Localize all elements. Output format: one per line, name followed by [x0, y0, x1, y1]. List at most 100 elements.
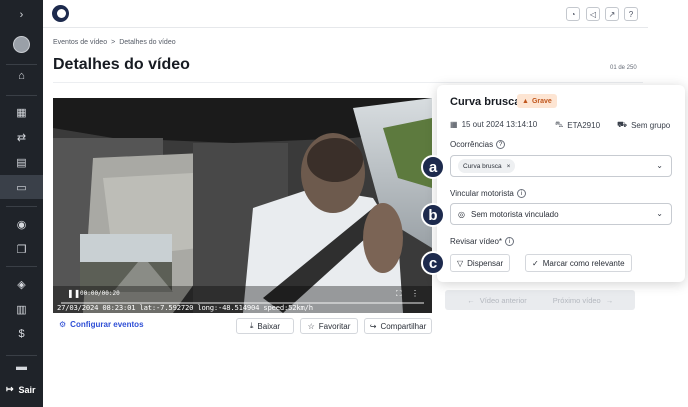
- sidebar-item-locations[interactable]: ◉: [0, 212, 43, 236]
- help-button[interactable]: ?: [624, 7, 638, 21]
- help-icon: ?: [628, 9, 634, 19]
- sidebar-item-print[interactable]: ▬: [0, 360, 43, 374]
- help-circle-icon[interactable]: ?: [496, 140, 506, 149]
- sidebar: › ⌂ ▦ ⇄ ▤ ▭ ◉ ❐ ◈ ▥ $ ▬ ↦ Sair: [0, 0, 43, 407]
- severity-badge: ▲ Grave: [517, 94, 557, 108]
- play-button[interactable]: ❚❚: [67, 289, 80, 298]
- announcements-button[interactable]: ◁: [586, 7, 600, 21]
- download-button[interactable]: ⤓ Baixar: [236, 318, 294, 334]
- download-label: Baixar: [257, 321, 281, 331]
- callout-marker-b: b: [421, 203, 445, 227]
- review-label: Revisar vídeo* i: [450, 237, 515, 246]
- calendar-icon: ▦: [450, 120, 458, 129]
- sidebar-item-reports[interactable]: ▤: [0, 150, 43, 174]
- occurrence-vehicle-text: ETA2910: [567, 120, 601, 130]
- notifications-button[interactable]: ◔: [566, 7, 580, 21]
- bar-chart-icon: ▥: [16, 303, 27, 316]
- severity-label: Grave: [531, 97, 552, 105]
- driver-label: Vincular motorista i: [450, 189, 526, 198]
- breadcrumb-current: Detalhes do vídeo: [119, 39, 176, 46]
- occurrence-chip-label: Curva brusca: [463, 162, 502, 170]
- dismiss-label: Dispensar: [467, 258, 504, 268]
- sidebar-item-video[interactable]: ▭: [0, 175, 43, 199]
- sidebar-item-copy[interactable]: ❐: [0, 237, 43, 261]
- info-icon[interactable]: i: [516, 189, 526, 198]
- breadcrumb-separator: >: [111, 39, 116, 46]
- callout-marker-c: c: [421, 251, 445, 275]
- video-telemetry-overlay: 27/03/2024 08:23:01 lat:-7.592720 long:-…: [57, 303, 313, 312]
- occurrence-panel: Curva brusca ▲ Grave ▦ 15 out 2024 13:14…: [437, 85, 685, 282]
- fullscreen-button[interactable]: ⛶: [396, 289, 402, 299]
- configure-events-link[interactable]: ⚙ Configurar eventos: [59, 320, 144, 329]
- sidebar-divider: [6, 95, 37, 96]
- warning-icon: ▲: [522, 97, 529, 105]
- exit-label: Sair: [18, 384, 36, 395]
- dollar-icon: $: [18, 328, 25, 340]
- sidebar-item-map[interactable]: ▦: [0, 100, 43, 124]
- sidebar-divider: [6, 266, 37, 267]
- dismiss-button[interactable]: ▽ Dispensar: [450, 254, 511, 272]
- configure-events-label: Configurar eventos: [70, 320, 144, 329]
- download-icon: ⤓: [249, 321, 254, 330]
- fullscreen-icon: ⛶: [396, 289, 402, 298]
- arrow-left-icon: ←: [467, 295, 475, 305]
- home-icon: ⌂: [18, 70, 25, 82]
- exit-button[interactable]: ↦ Sair: [6, 384, 36, 395]
- user-icon: ◎: [458, 209, 465, 219]
- driver-select[interactable]: ◎ Sem motorista vinculado ⌄: [450, 203, 672, 225]
- chevron-right-icon: ›: [19, 9, 24, 21]
- sidebar-item-finance[interactable]: $: [0, 322, 43, 346]
- next-video-button[interactable]: Próximo vídeo →: [531, 290, 635, 310]
- printer-icon: ▬: [16, 361, 27, 373]
- shield-icon: ◈: [17, 278, 26, 291]
- share-label: Compartilhar: [380, 321, 427, 331]
- title-divider: [53, 82, 643, 83]
- sliders-icon: ⚙: [59, 320, 67, 329]
- bell-icon: ◔: [570, 9, 576, 19]
- map-icon: ▦: [16, 106, 27, 119]
- favorite-label: Favoritar: [318, 321, 351, 331]
- share-button[interactable]: ↪ Compartilhar: [364, 318, 432, 334]
- share-icon: ↪: [369, 321, 377, 331]
- truck-icon: ⛟: [617, 120, 628, 129]
- occurrence-group-text: Sem grupo: [631, 120, 671, 130]
- brand-logo[interactable]: [52, 5, 69, 22]
- info-icon[interactable]: i: [505, 237, 515, 246]
- video-more-button[interactable]: ⋮: [411, 289, 419, 298]
- copy-icon: ❐: [16, 243, 27, 256]
- mark-relevant-button[interactable]: ✓ Marcar como relevante: [525, 254, 632, 272]
- occurrence-title: Curva brusca: [450, 96, 521, 108]
- next-video-label: Próximo vídeo: [552, 295, 601, 305]
- location-icon: ◉: [16, 218, 27, 231]
- occurrence-group: ⛟ Sem grupo: [617, 120, 670, 130]
- check-icon: ✓: [532, 258, 539, 268]
- sidebar-item-home[interactable]: ⌂: [0, 64, 43, 88]
- sidebar-item-analytics[interactable]: ▥: [0, 297, 43, 321]
- previous-video-label: Vídeo anterior: [479, 295, 527, 305]
- thumbs-down-icon: ▽: [457, 258, 464, 268]
- chip-remove-icon[interactable]: ×: [507, 163, 511, 170]
- breadcrumb-parent[interactable]: Eventos de vídeo: [53, 39, 107, 46]
- occurrence-vehicle: ⛍ ETA2910: [555, 120, 600, 130]
- more-vertical-icon: ⋮: [411, 289, 419, 298]
- favorite-button[interactable]: ☆ Favoritar: [300, 318, 358, 334]
- video-player[interactable]: ❚❚ 00:00/00:20 ⛶ ⋮ 27/03/2024 08:23:01 l…: [53, 98, 432, 313]
- arrow-right-icon: →: [605, 295, 614, 305]
- external-link-button[interactable]: ↗: [605, 7, 619, 21]
- star-icon: ☆: [307, 321, 315, 331]
- avatar[interactable]: [13, 36, 30, 53]
- occurrence-date-text: 15 out 2024 13:14:10: [461, 120, 538, 129]
- sidebar-divider: [6, 206, 37, 207]
- review-label-text: Revisar vídeo*: [450, 237, 503, 246]
- sidebar-item-routes[interactable]: ⇄: [0, 125, 43, 149]
- video-icon: ▭: [16, 181, 27, 194]
- sidebar-item-security[interactable]: ◈: [0, 272, 43, 296]
- route-icon: ⇄: [16, 131, 27, 144]
- sidebar-expand-button[interactable]: ›: [0, 3, 43, 27]
- page-title: Detalhes do vídeo: [53, 56, 190, 73]
- breadcrumb: Eventos de vídeo > Detalhes do vídeo: [53, 39, 176, 46]
- sidebar-divider: [6, 355, 37, 356]
- occurrences-label-text: Ocorrências: [450, 140, 494, 149]
- occurrences-select[interactable]: Curva brusca × ⌄: [450, 155, 672, 177]
- callout-marker-a: a: [421, 155, 445, 179]
